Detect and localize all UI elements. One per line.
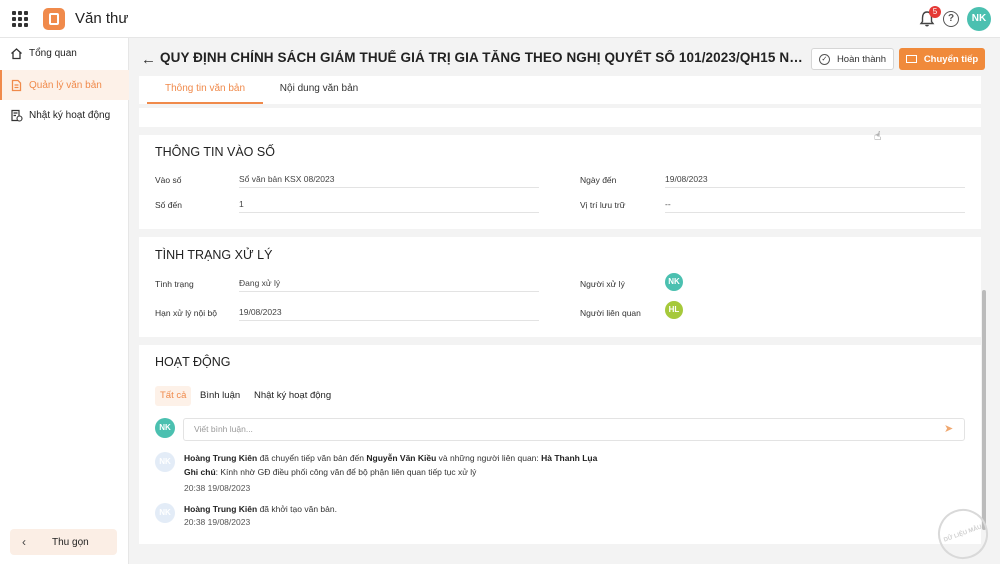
field-label: Vị trí lưu trữ [580, 200, 626, 210]
collapse-sidebar-button[interactable]: ‹ Thu gọn [10, 529, 117, 555]
arrival-date-value: 19/08/2023 [665, 174, 965, 188]
complete-button[interactable]: ✓ Hoàn thành [811, 48, 894, 70]
hand-cursor-icon: ☝ [874, 129, 882, 143]
tab-document-content[interactable]: Nội dung văn bản [269, 76, 369, 104]
activity-time: 20:38 19/08/2023 [184, 483, 251, 493]
send-icon[interactable]: ➤ [944, 422, 953, 435]
check-circle-icon: ✓ [818, 53, 830, 65]
field-label: Người xử lý [580, 279, 625, 289]
sidebar-item-activity-log[interactable]: Nhật ký hoạt động [0, 100, 129, 130]
top-bar: Văn thư 5 ? NK [0, 0, 1000, 38]
sidebar-item-document-management[interactable]: Quản lý văn bản [0, 70, 129, 100]
home-icon [9, 46, 23, 60]
status-value: Đang xử lý [239, 278, 539, 292]
help-icon[interactable]: ? [943, 11, 959, 27]
sidebar-item-label: Quản lý văn bản [29, 79, 102, 91]
mail-icon [905, 55, 917, 63]
book-value: Sổ văn bản KSX 08/2023 [239, 174, 539, 188]
chevron-left-icon: ‹ [22, 535, 26, 549]
activity-avatar: NK [155, 503, 175, 523]
tab-document-info[interactable]: Thông tin văn bản [147, 76, 263, 104]
sidebar-item-label: Nhật ký hoạt động [29, 109, 111, 121]
comment-input[interactable]: Viết bình luận... [183, 418, 965, 441]
forward-button[interactable]: Chuyển tiếp [899, 48, 985, 70]
field-label: Tình trạng [155, 279, 194, 289]
section-title: HOẠT ĐỘNG [155, 355, 231, 369]
collapsed-section [139, 108, 981, 127]
apps-grid-icon[interactable] [12, 11, 28, 27]
filter-all[interactable]: Tất cả [155, 386, 192, 406]
sidebar: Tổng quan Quản lý văn bản Nhật ký hoạt đ… [0, 38, 129, 564]
section-title: TÌNH TRẠNG XỬ LÝ [155, 248, 273, 262]
sidebar-item-label: Tổng quan [29, 47, 77, 59]
tab-bar: Thông tin văn bản Nội dung văn bản [139, 76, 981, 104]
user-avatar[interactable]: NK [967, 7, 991, 31]
related-person-avatar[interactable]: HL [665, 301, 683, 319]
storage-value: -- [665, 199, 965, 213]
back-arrow-icon[interactable]: ← [141, 51, 156, 68]
filter-comments[interactable]: Bình luận [195, 386, 245, 406]
arrival-number-value: 1 [239, 199, 539, 213]
document-icon [9, 78, 23, 92]
document-title: QUY ĐỊNH CHÍNH SÁCH GIẢM THUẾ GIÁ TRỊ GI… [160, 50, 805, 65]
activity-note: Ghi chú: Kính nhờ GĐ điều phối công văn … [184, 467, 477, 477]
sidebar-item-overview[interactable]: Tổng quan [0, 38, 129, 68]
field-label: Ngày đến [580, 175, 617, 185]
app-logo [43, 8, 65, 30]
field-label: Số đến [155, 200, 182, 210]
scrollbar[interactable] [982, 290, 986, 530]
handler-avatar[interactable]: NK [665, 273, 683, 291]
section-title: THÔNG TIN VÀO SỐ [155, 145, 275, 159]
activity-text: Hoàng Trung Kiên đã chuyển tiếp văn bản … [184, 453, 598, 463]
activity-time: 20:38 19/08/2023 [184, 517, 251, 527]
activity-text: Hoàng Trung Kiên đã khởi tạo văn bản. [184, 504, 337, 514]
filter-activity-log[interactable]: Nhật ký hoạt động [249, 386, 336, 406]
registration-card: THÔNG TIN VÀO SỐ Vào số Sổ văn bản KSX 0… [139, 135, 981, 229]
app-title: Văn thư [75, 10, 129, 27]
log-icon [9, 108, 23, 122]
activity-avatar: NK [155, 452, 175, 472]
activity-card: HOẠT ĐỘNG [139, 345, 981, 544]
field-label: Hạn xử lý nội bộ [155, 308, 217, 318]
notification-badge: 5 [929, 6, 941, 18]
deadline-value: 19/08/2023 [239, 307, 539, 321]
commenter-avatar: NK [155, 418, 175, 438]
field-label: Vào số [155, 175, 182, 185]
field-label: Người liên quan [580, 308, 641, 318]
processing-card: TÌNH TRẠNG XỬ LÝ Tình trạng Đang xử lý N… [139, 237, 981, 337]
